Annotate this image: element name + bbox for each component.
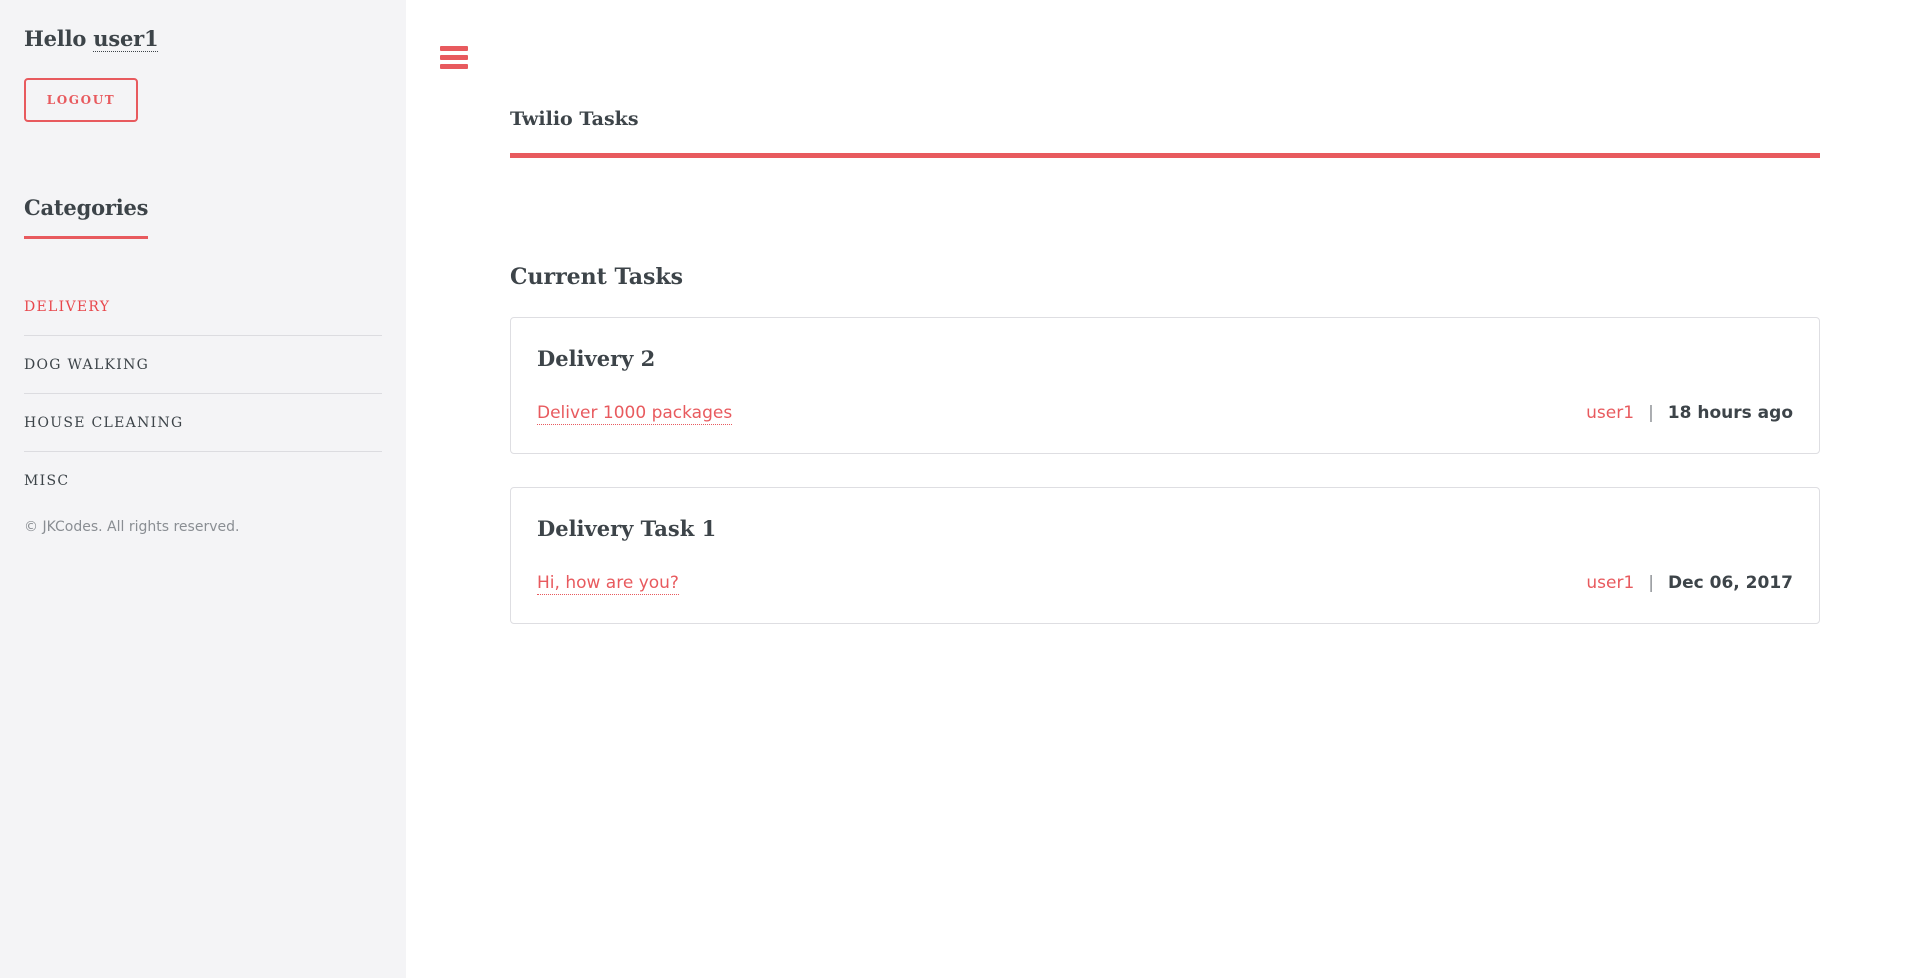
sidebar: Hello user1 LOGOUT Categories DELIVERY D…	[0, 0, 406, 978]
categories-heading: Categories	[24, 195, 149, 220]
category-item-house-cleaning[interactable]: HOUSE CLEANING	[24, 394, 382, 452]
task-user-link[interactable]: user1	[1586, 572, 1634, 594]
menu-bar-bottom	[440, 64, 468, 69]
category-item-delivery[interactable]: DELIVERY	[24, 278, 382, 336]
header-divider	[510, 153, 1820, 158]
username[interactable]: user1	[93, 26, 159, 52]
category-item-dog-walking[interactable]: DOG WALKING	[24, 336, 382, 394]
task-timestamp: Dec 06, 2017	[1668, 573, 1793, 593]
task-description-link[interactable]: Deliver 1000 packages	[537, 402, 733, 425]
task-separator: |	[1648, 573, 1654, 593]
task-timestamp: 18 hours ago	[1667, 403, 1793, 423]
task-description-link[interactable]: Hi, how are you?	[537, 572, 679, 595]
logout-button[interactable]: LOGOUT	[24, 78, 138, 122]
category-item-misc[interactable]: MISC	[24, 452, 382, 510]
page-title: Twilio Tasks	[510, 108, 639, 130]
copyright-text: © JKCodes. All rights reserved.	[24, 519, 240, 535]
task-card: Delivery Task 1 Hi, how are you? user1 |…	[510, 487, 1820, 624]
task-separator: |	[1648, 403, 1654, 423]
hamburger-menu-icon[interactable]	[440, 46, 468, 70]
categories-underline	[24, 236, 148, 239]
task-meta: user1 | 18 hours ago	[1586, 402, 1793, 424]
section-title: Current Tasks	[510, 264, 684, 290]
greeting-text: Hello	[24, 26, 87, 51]
menu-bar-top	[440, 46, 468, 51]
greeting: Hello user1	[24, 26, 159, 52]
task-user-link[interactable]: user1	[1586, 402, 1634, 424]
task-title: Delivery 2	[537, 346, 656, 371]
task-title: Delivery Task 1	[537, 516, 717, 541]
task-card: Delivery 2 Deliver 1000 packages user1 |…	[510, 317, 1820, 454]
menu-bar-middle	[440, 55, 468, 60]
task-meta: user1 | Dec 06, 2017	[1586, 572, 1793, 594]
category-list: DELIVERY DOG WALKING HOUSE CLEANING MISC	[24, 278, 382, 510]
